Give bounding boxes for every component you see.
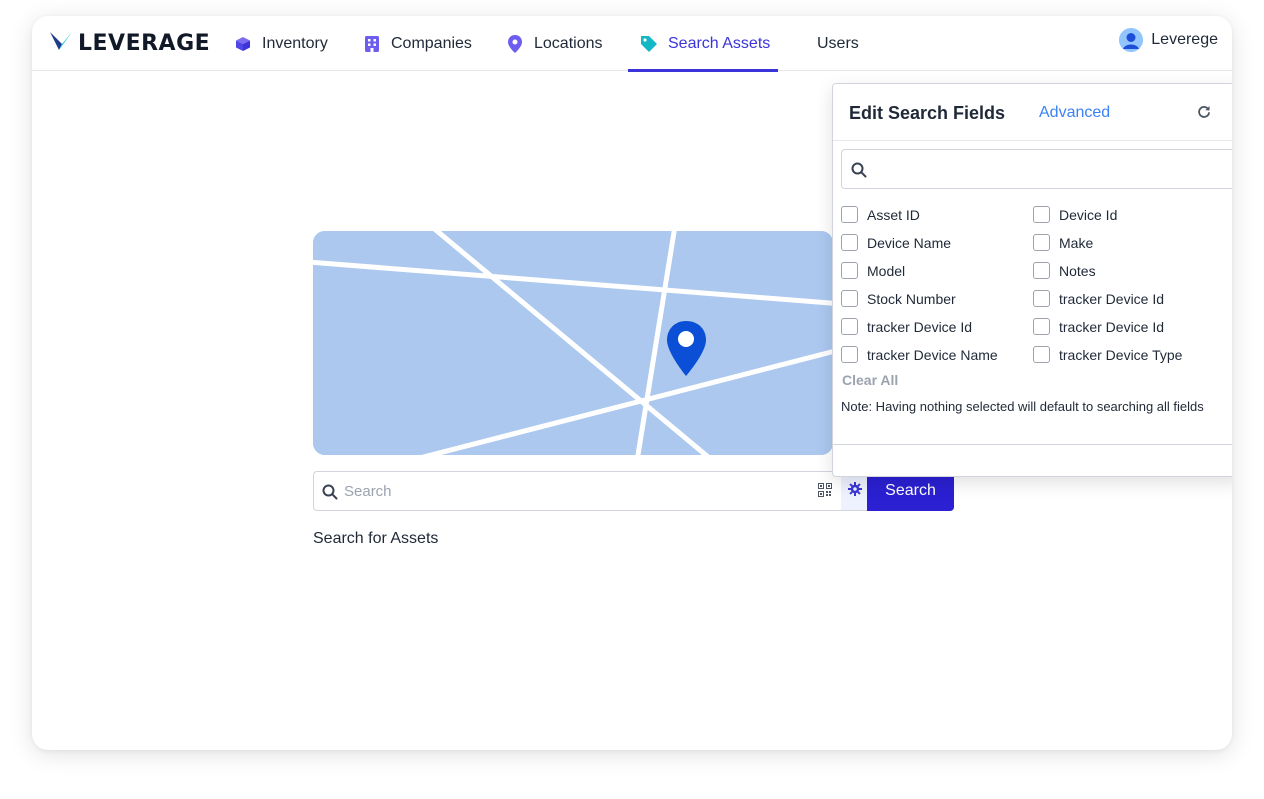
checkbox[interactable] xyxy=(841,234,858,251)
nav-label-search-assets: Search Assets xyxy=(668,34,771,52)
nav-label-inventory: Inventory xyxy=(262,34,328,52)
advanced-link[interactable]: Advanced xyxy=(1039,104,1110,122)
option-asset-id[interactable]: Asset ID xyxy=(841,206,920,223)
option-label: Notes xyxy=(1059,262,1096,279)
gear-icon xyxy=(847,481,862,501)
map-illustration xyxy=(313,231,833,455)
nav-item-search-assets[interactable]: Search Assets xyxy=(627,16,779,72)
checkbox[interactable] xyxy=(1033,262,1050,279)
option-tracker-device-id[interactable]: tracker Device Id xyxy=(1033,318,1164,335)
field-search-box xyxy=(841,149,1232,189)
checkbox[interactable] xyxy=(1033,346,1050,363)
option-label: Model xyxy=(867,262,906,279)
search-caption: Search for Assets xyxy=(313,530,439,547)
nav-label-users: Users xyxy=(817,34,859,52)
checkbox[interactable] xyxy=(841,346,858,363)
checkbox[interactable] xyxy=(1033,234,1050,251)
search-icon xyxy=(851,162,867,183)
map-roads xyxy=(313,231,833,455)
option-tracker-device-id[interactable]: tracker Device Id xyxy=(841,318,972,335)
option-label: Device Name xyxy=(867,234,952,251)
logo[interactable]: LEVERAGE xyxy=(50,30,210,57)
option-make[interactable]: Make xyxy=(1033,234,1093,251)
nav-label-companies: Companies xyxy=(391,34,472,52)
search-icon xyxy=(322,484,338,505)
checkbox[interactable] xyxy=(1033,290,1050,307)
panel-title: Edit Search Fields xyxy=(849,103,1006,123)
option-model[interactable]: Model xyxy=(841,262,905,279)
nav-item-locations[interactable]: Locations xyxy=(506,16,603,71)
option-label: tracker Device Type xyxy=(1059,346,1183,363)
option-label: Stock Number xyxy=(867,290,956,307)
leverege-logo-icon xyxy=(50,30,72,57)
nav-item-inventory[interactable]: Inventory xyxy=(234,16,328,71)
logo-text: LEVERAGE xyxy=(78,31,211,56)
option-label: Device Id xyxy=(1059,206,1118,223)
divider xyxy=(833,444,1232,445)
option-label: tracker Device Id xyxy=(867,318,973,335)
divider xyxy=(833,140,1232,141)
search-input[interactable] xyxy=(344,478,814,504)
option-notes[interactable]: Notes xyxy=(1033,262,1096,279)
checkbox[interactable] xyxy=(841,206,858,223)
search-settings-button[interactable] xyxy=(841,472,868,510)
option-device-name[interactable]: Device Name xyxy=(841,234,951,251)
checkbox[interactable] xyxy=(1033,206,1050,223)
qr-code-icon[interactable] xyxy=(818,483,834,499)
clear-all-button[interactable]: Clear All xyxy=(842,372,898,388)
option-tracker-device-type[interactable]: tracker Device Type xyxy=(1033,346,1182,363)
option-label: Make xyxy=(1059,234,1094,251)
refresh-icon[interactable] xyxy=(1197,105,1211,124)
top-nav: LEVERAGE Inventory Companies Locations S… xyxy=(32,16,1232,72)
default-search-note: Note: Having nothing selected will defau… xyxy=(841,399,1204,414)
avatar xyxy=(1119,28,1144,52)
app-window: LEVERAGE Inventory Companies Locations S… xyxy=(32,16,1232,750)
checkbox[interactable] xyxy=(1033,318,1050,335)
building-icon xyxy=(363,35,381,53)
map-pin-icon xyxy=(506,34,524,53)
option-device-id[interactable]: Device Id xyxy=(1033,206,1117,223)
nav-item-companies[interactable]: Companies xyxy=(363,16,472,71)
option-label: tracker Device Name xyxy=(867,346,998,363)
checkbox[interactable] xyxy=(841,262,858,279)
search-button[interactable]: Search xyxy=(867,471,954,511)
asset-search-bar: Search xyxy=(313,471,954,511)
option-tracker-device-name[interactable]: tracker Device Name xyxy=(841,346,998,363)
option-stock-number[interactable]: Stock Number xyxy=(841,290,956,307)
option-label: tracker Device Id xyxy=(1059,290,1165,307)
cube-icon xyxy=(234,35,252,53)
option-label: tracker Device Id xyxy=(1059,318,1165,335)
nav-label-locations: Locations xyxy=(534,34,603,52)
option-label: Asset ID xyxy=(867,206,920,223)
edit-search-fields-panel: Edit Search Fields Advanced Asset ID Dev… xyxy=(832,83,1232,477)
field-search-input[interactable] xyxy=(874,157,1232,181)
nav-item-users[interactable]: Users xyxy=(817,16,859,71)
option-tracker-device-id[interactable]: tracker Device Id xyxy=(1033,290,1164,307)
checkbox[interactable] xyxy=(841,318,858,335)
user-menu[interactable]: Leverege xyxy=(1119,28,1218,52)
checkbox[interactable] xyxy=(841,290,858,307)
tag-icon xyxy=(640,35,658,53)
user-name: Leverege xyxy=(1151,31,1218,48)
